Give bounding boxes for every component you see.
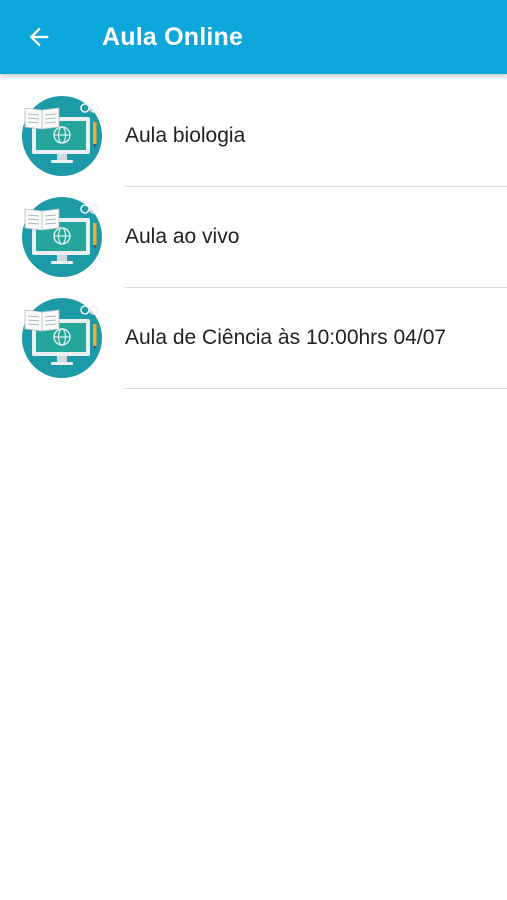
online-class-icon bbox=[22, 298, 102, 378]
arrow-left-icon bbox=[29, 27, 49, 47]
online-class-icon bbox=[22, 197, 102, 277]
list-item[interactable]: Aula de Ciência às 10:00hrs 04/07 bbox=[0, 288, 507, 389]
app-screen: Aula Online Aula biologia Aula ao vivo A… bbox=[0, 0, 507, 900]
class-list: Aula biologia Aula ao vivo Aula de Ciênc… bbox=[0, 86, 507, 389]
list-item-label: Aula de Ciência às 10:00hrs 04/07 bbox=[125, 326, 447, 349]
back-button[interactable] bbox=[18, 17, 60, 57]
app-bar: Aula Online bbox=[0, 0, 507, 74]
online-class-icon bbox=[22, 96, 102, 176]
list-item-label: Aula ao vivo bbox=[125, 225, 240, 248]
list-item[interactable]: Aula ao vivo bbox=[0, 187, 507, 288]
list-item[interactable]: Aula biologia bbox=[0, 86, 507, 187]
page-title: Aula Online bbox=[102, 23, 244, 51]
divider bbox=[124, 387, 507, 389]
list-item-label: Aula biologia bbox=[125, 124, 246, 147]
